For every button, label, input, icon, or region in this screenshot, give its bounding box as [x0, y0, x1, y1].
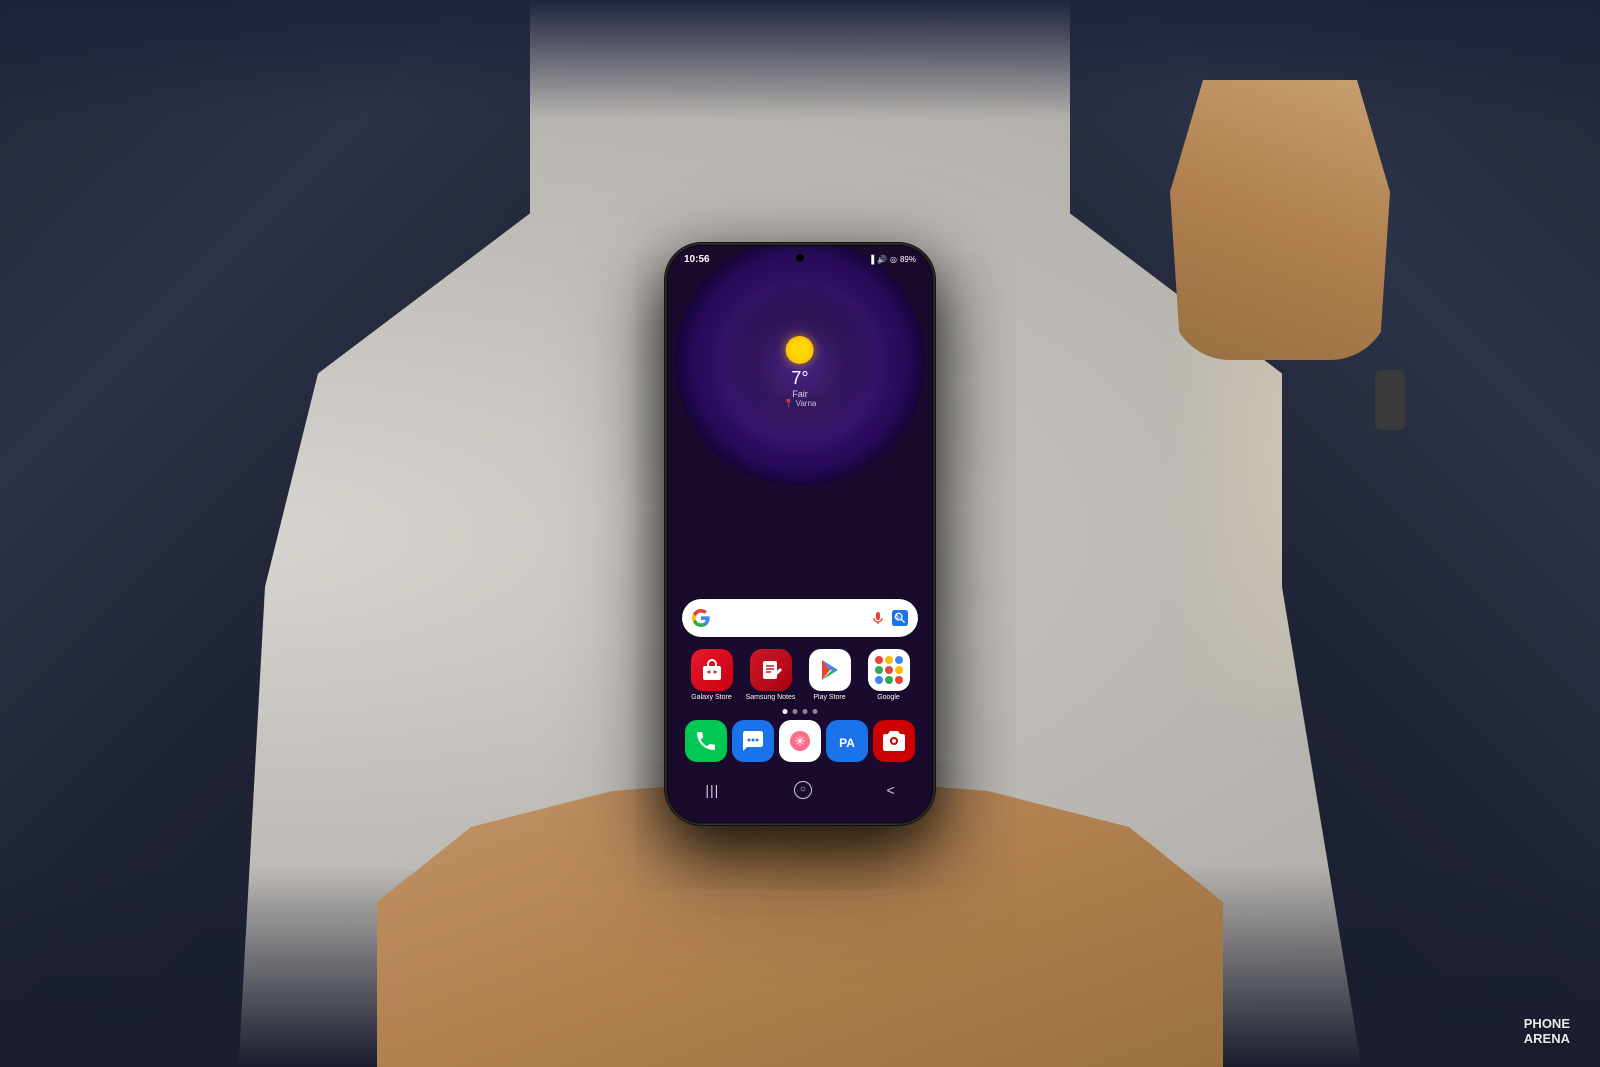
app-camera[interactable]: [871, 720, 918, 762]
g-dot-3: [895, 656, 903, 664]
app-row-2: ✳ PA: [668, 720, 932, 762]
watermark-line2: ARENA: [1524, 1031, 1570, 1047]
hand-top: [1170, 80, 1390, 360]
nav-recents[interactable]: |||: [705, 782, 719, 798]
app-phone[interactable]: [682, 720, 729, 762]
weather-widget[interactable]: 7° Fair 📍 Varna: [784, 336, 817, 408]
weather-sun-icon: [786, 336, 814, 364]
page-dot-2: [793, 709, 798, 714]
watermark-line1: PHONE: [1524, 1016, 1570, 1032]
app-samsung-notes[interactable]: Samsung Notes: [746, 649, 796, 702]
app-google[interactable]: Google: [864, 649, 914, 702]
samsung-notes-icon: [750, 649, 792, 691]
messages-svg: [741, 729, 765, 753]
location-pin-icon: 📍: [784, 399, 794, 408]
app-bitmoji[interactable]: ✳: [776, 720, 823, 762]
app-messages[interactable]: [729, 720, 776, 762]
google-icon: [868, 649, 910, 691]
phone-icon: [685, 720, 727, 762]
google-search-bar[interactable]: [682, 599, 918, 637]
weather-temperature: 7°: [784, 368, 817, 389]
camera-svg: [881, 728, 907, 754]
play-store-svg: [816, 656, 844, 684]
google-app-label: Google: [877, 694, 900, 702]
search-lens-icon[interactable]: [892, 610, 908, 626]
page-dots: [783, 709, 818, 714]
nav-home[interactable]: ○: [794, 781, 812, 799]
samsung-notes-svg: [758, 657, 784, 683]
app-play-store[interactable]: Play Store: [805, 649, 855, 702]
page-dot-3: [803, 709, 808, 714]
wifi-icon: ◎: [890, 255, 897, 264]
svg-text:✳: ✳: [794, 733, 806, 749]
galaxy-store-label: Galaxy Store: [691, 694, 731, 702]
g-dot-4: [875, 666, 883, 674]
phone-svg: [694, 729, 718, 753]
bitmoji-icon: ✳: [779, 720, 821, 762]
page-dot-4: [813, 709, 818, 714]
app-row-1: Galaxy Store Samsung Notes: [668, 649, 932, 702]
search-mic-icon[interactable]: [870, 610, 886, 626]
weather-condition: Fair: [784, 389, 817, 399]
g-dot-8: [885, 676, 893, 684]
messages-icon: [732, 720, 774, 762]
g-dot-7: [875, 676, 883, 684]
volume-icon: 🔊: [877, 255, 887, 264]
watch: [1375, 370, 1405, 430]
nav-bar: ||| ○ <: [668, 770, 932, 810]
weather-location: 📍 Varna: [784, 399, 817, 408]
app-phonearena[interactable]: PA: [824, 720, 871, 762]
samsung-notes-label: Samsung Notes: [746, 694, 796, 702]
phone-frame: 10:56 ▐ 🔊 ◎ 89% 7° Fair 📍 Varna: [666, 244, 934, 824]
google-g-icon: [692, 609, 710, 627]
galaxy-store-icon: [691, 649, 733, 691]
phonearena-icon: PA: [826, 720, 868, 762]
phonearena-svg: PA: [832, 727, 862, 755]
g-dot-9: [895, 676, 903, 684]
location-name: Varna: [796, 399, 817, 408]
network-icon: ▐: [868, 255, 874, 264]
status-time: 10:56: [684, 254, 710, 265]
galaxy-store-svg: [699, 657, 725, 683]
nav-back[interactable]: <: [886, 782, 894, 798]
page-dot-1: [783, 709, 788, 714]
app-galaxy-store[interactable]: Galaxy Store: [687, 649, 737, 702]
phone-screen: 10:56 ▐ 🔊 ◎ 89% 7° Fair 📍 Varna: [668, 246, 932, 822]
google-grid: [871, 652, 907, 688]
g-dot-1: [875, 656, 883, 664]
camera-icon: [873, 720, 915, 762]
camera-punch-hole: [796, 254, 804, 262]
g-dot-5: [885, 666, 893, 674]
g-dot-6: [895, 666, 903, 674]
play-store-label: Play Store: [813, 694, 845, 702]
phone-device: 10:56 ▐ 🔊 ◎ 89% 7° Fair 📍 Varna: [666, 244, 934, 824]
svg-text:PA: PA: [839, 736, 855, 750]
bitmoji-svg: ✳: [786, 727, 814, 755]
status-icons: ▐ 🔊 ◎ 89%: [868, 255, 916, 264]
play-store-icon: [809, 649, 851, 691]
phonearena-watermark: PHONE ARENA: [1524, 1016, 1570, 1047]
g-dot-2: [885, 656, 893, 664]
battery-text: 89%: [900, 255, 916, 264]
